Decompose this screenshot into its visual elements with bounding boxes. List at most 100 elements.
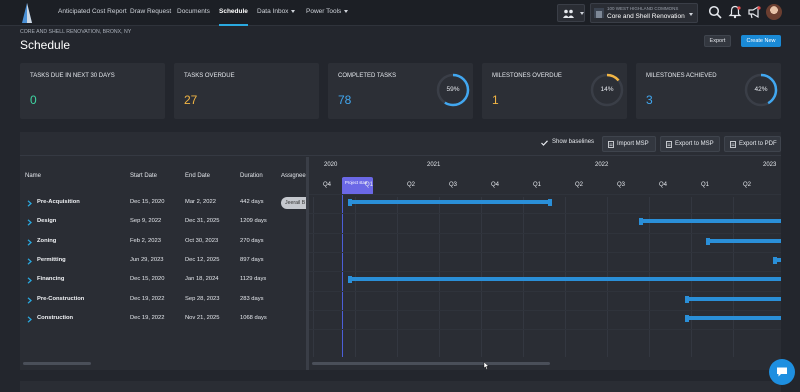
chevron-right-icon[interactable] [27,200,32,207]
timeline-row-line [309,213,781,215]
top-navigation: Anticipated Cost Report Draw Request Doc… [0,0,800,26]
task-start-date: Sep 9, 2022 [130,218,162,225]
task-bar-end[interactable] [638,218,643,226]
timeline-row-line [309,194,781,195]
column-header-start-date[interactable]: Start Date [130,173,157,179]
app-logo[interactable] [21,3,35,23]
project-name: Core and Shell Renovation [607,13,685,20]
task-bar[interactable] [347,277,781,282]
task-bar-end[interactable] [685,295,690,303]
column-header-duration[interactable]: Duration [240,173,263,179]
gantt-toolbar: Show baselines Import MSP Export to MSP … [20,132,781,156]
stat-card-tasks-overdue[interactable]: TASKS OVERDUE 27 [174,63,319,119]
grid-horizontal-scrollbar[interactable] [23,362,91,365]
task-bar-end[interactable] [347,276,352,284]
project-selector[interactable]: 100 WEST HIGHLAND COMMONS Core and Shell… [590,3,698,23]
timeline-quarter: Q4 [659,182,668,188]
task-start-date: Dec 15, 2020 [130,276,165,283]
export-msp-button[interactable]: Export to MSP [660,136,720,152]
task-bar-end[interactable] [685,314,690,322]
team-menu-button[interactable] [557,4,585,22]
task-end-date: Oct 30, 2023 [185,237,219,244]
pdf-icon [730,141,736,148]
task-end-date: Sep 28, 2023 [185,295,220,302]
stat-value: 1 [492,93,499,107]
task-row[interactable]: Financing Dec 15, 2020 Jan 18, 2024 1129 da… [20,271,306,290]
check-icon[interactable] [541,140,548,146]
task-bar-end[interactable] [705,237,710,245]
task-end-date: Dec 12, 2025 [185,256,220,263]
chevron-right-icon[interactable] [27,296,32,304]
timeline-horizontal-scrollbar[interactable] [312,362,550,365]
task-bar-end[interactable] [547,199,552,206]
stat-label: TASKS DUE IN NEXT 30 DAYS [30,73,115,79]
column-header-name[interactable]: Name [25,173,41,179]
nav-documents[interactable]: Documents [177,0,210,26]
task-row[interactable]: Pre-Construction Dec 19, 2022 Sep 28, 2023… [20,291,306,310]
task-start-date: Dec 19, 2022 [130,295,165,302]
timeline-quarter: Q1 [701,182,710,188]
timeline-quarter: Q3 [617,182,626,188]
chevron-right-icon[interactable] [27,238,32,246]
megaphone-icon[interactable] [747,5,761,19]
export-button[interactable]: Export [704,35,731,47]
nav-power-tools[interactable]: Power Tools [306,0,349,26]
export-msp-label: Export to MSP [675,141,714,147]
task-bar-end[interactable] [773,256,778,264]
stat-card-milestones-achieved[interactable]: MILESTONES ACHIEVED 3 42% [636,63,781,119]
import-msp-button[interactable]: Import MSP [602,136,656,152]
task-end-date: Dec 31, 2025 [185,218,220,225]
nav-schedule[interactable]: Schedule [219,0,248,26]
nav-anticipated-cost-report[interactable]: Anticipated Cost Report [58,0,127,26]
chat-button[interactable] [769,359,795,385]
gantt-timeline: Project start 2020 2021 2022 2023 Q4 Q1 Q2 Q3 Q4… [309,157,781,370]
column-header-end-date[interactable]: End Date [185,173,210,179]
task-row[interactable]: Design Sep 9, 2022 Dec 31, 2025 1209 days [20,213,306,232]
bell-icon[interactable] [728,5,742,19]
stat-card-milestones-overdue[interactable]: MILESTONES OVERDUE 1 14% [482,63,627,119]
task-end-date: Mar 2, 2022 [185,199,216,205]
task-row[interactable]: Zoning Feb 2, 2023 Oct 30, 2023 270 days [20,233,306,252]
stat-label: MILESTONES ACHIEVED [646,73,717,79]
task-name: Construction [37,314,74,321]
page-title: Schedule [20,38,71,52]
task-bar-end[interactable] [347,199,352,206]
task-row[interactable]: Construction Dec 19, 2022 Nov 21, 2025 1068… [20,310,306,329]
nav-data-inbox[interactable]: Data Inbox [257,0,296,26]
timeline-quarter: Q1 [365,182,374,188]
stat-value: 27 [184,93,198,107]
progress-ring-text: 59% [446,86,460,93]
chevron-right-icon[interactable] [27,258,32,265]
search-icon[interactable] [708,5,722,19]
task-bar[interactable] [705,238,781,243]
chevron-right-icon[interactable] [27,316,32,323]
chevron-right-icon[interactable] [27,219,32,226]
task-bar[interactable] [685,315,781,320]
stat-card-tasks-due[interactable]: TASKS DUE IN NEXT 30 DAYS 0 [20,63,165,119]
task-bar[interactable] [638,219,781,224]
create-new-button[interactable]: Create New [741,35,781,47]
chevron-down-icon [344,9,349,13]
progress-ring-text: 42% [754,86,768,93]
avatar[interactable] [766,4,782,20]
timeline-year: 2023 [763,162,777,168]
timeline-row-line [309,251,781,253]
task-grid: Name Start Date End Date Duration Assign… [20,157,306,370]
task-name: Financing [37,276,65,283]
assignee-tag[interactable]: Jeerail B [281,197,306,209]
chevron-right-icon[interactable] [27,277,32,284]
task-bar[interactable] [685,296,781,301]
export-pdf-label: Export to PDF [739,141,777,147]
export-pdf-button[interactable]: Export to PDF [724,136,781,152]
timeline-year: 2020 [324,162,338,168]
bottom-panel [20,381,781,392]
task-end-date: Nov 21, 2025 [185,314,220,321]
show-baselines-toggle[interactable]: Show baselines [552,139,594,145]
stat-card-completed-tasks[interactable]: COMPLETED TASKS 78 59% [328,63,473,119]
stat-value: 78 [338,93,352,107]
column-header-assignee[interactable]: Assignee [281,173,306,179]
task-bar[interactable] [347,200,551,204]
nav-draw-request[interactable]: Draw Request [130,0,171,26]
task-row[interactable]: Pre-Acquisition Dec 15, 2020 Mar 2, 2022 44… [20,194,306,213]
task-row[interactable]: Permitting Jun 29, 2023 Dec 12, 2025 897 da… [20,252,306,271]
